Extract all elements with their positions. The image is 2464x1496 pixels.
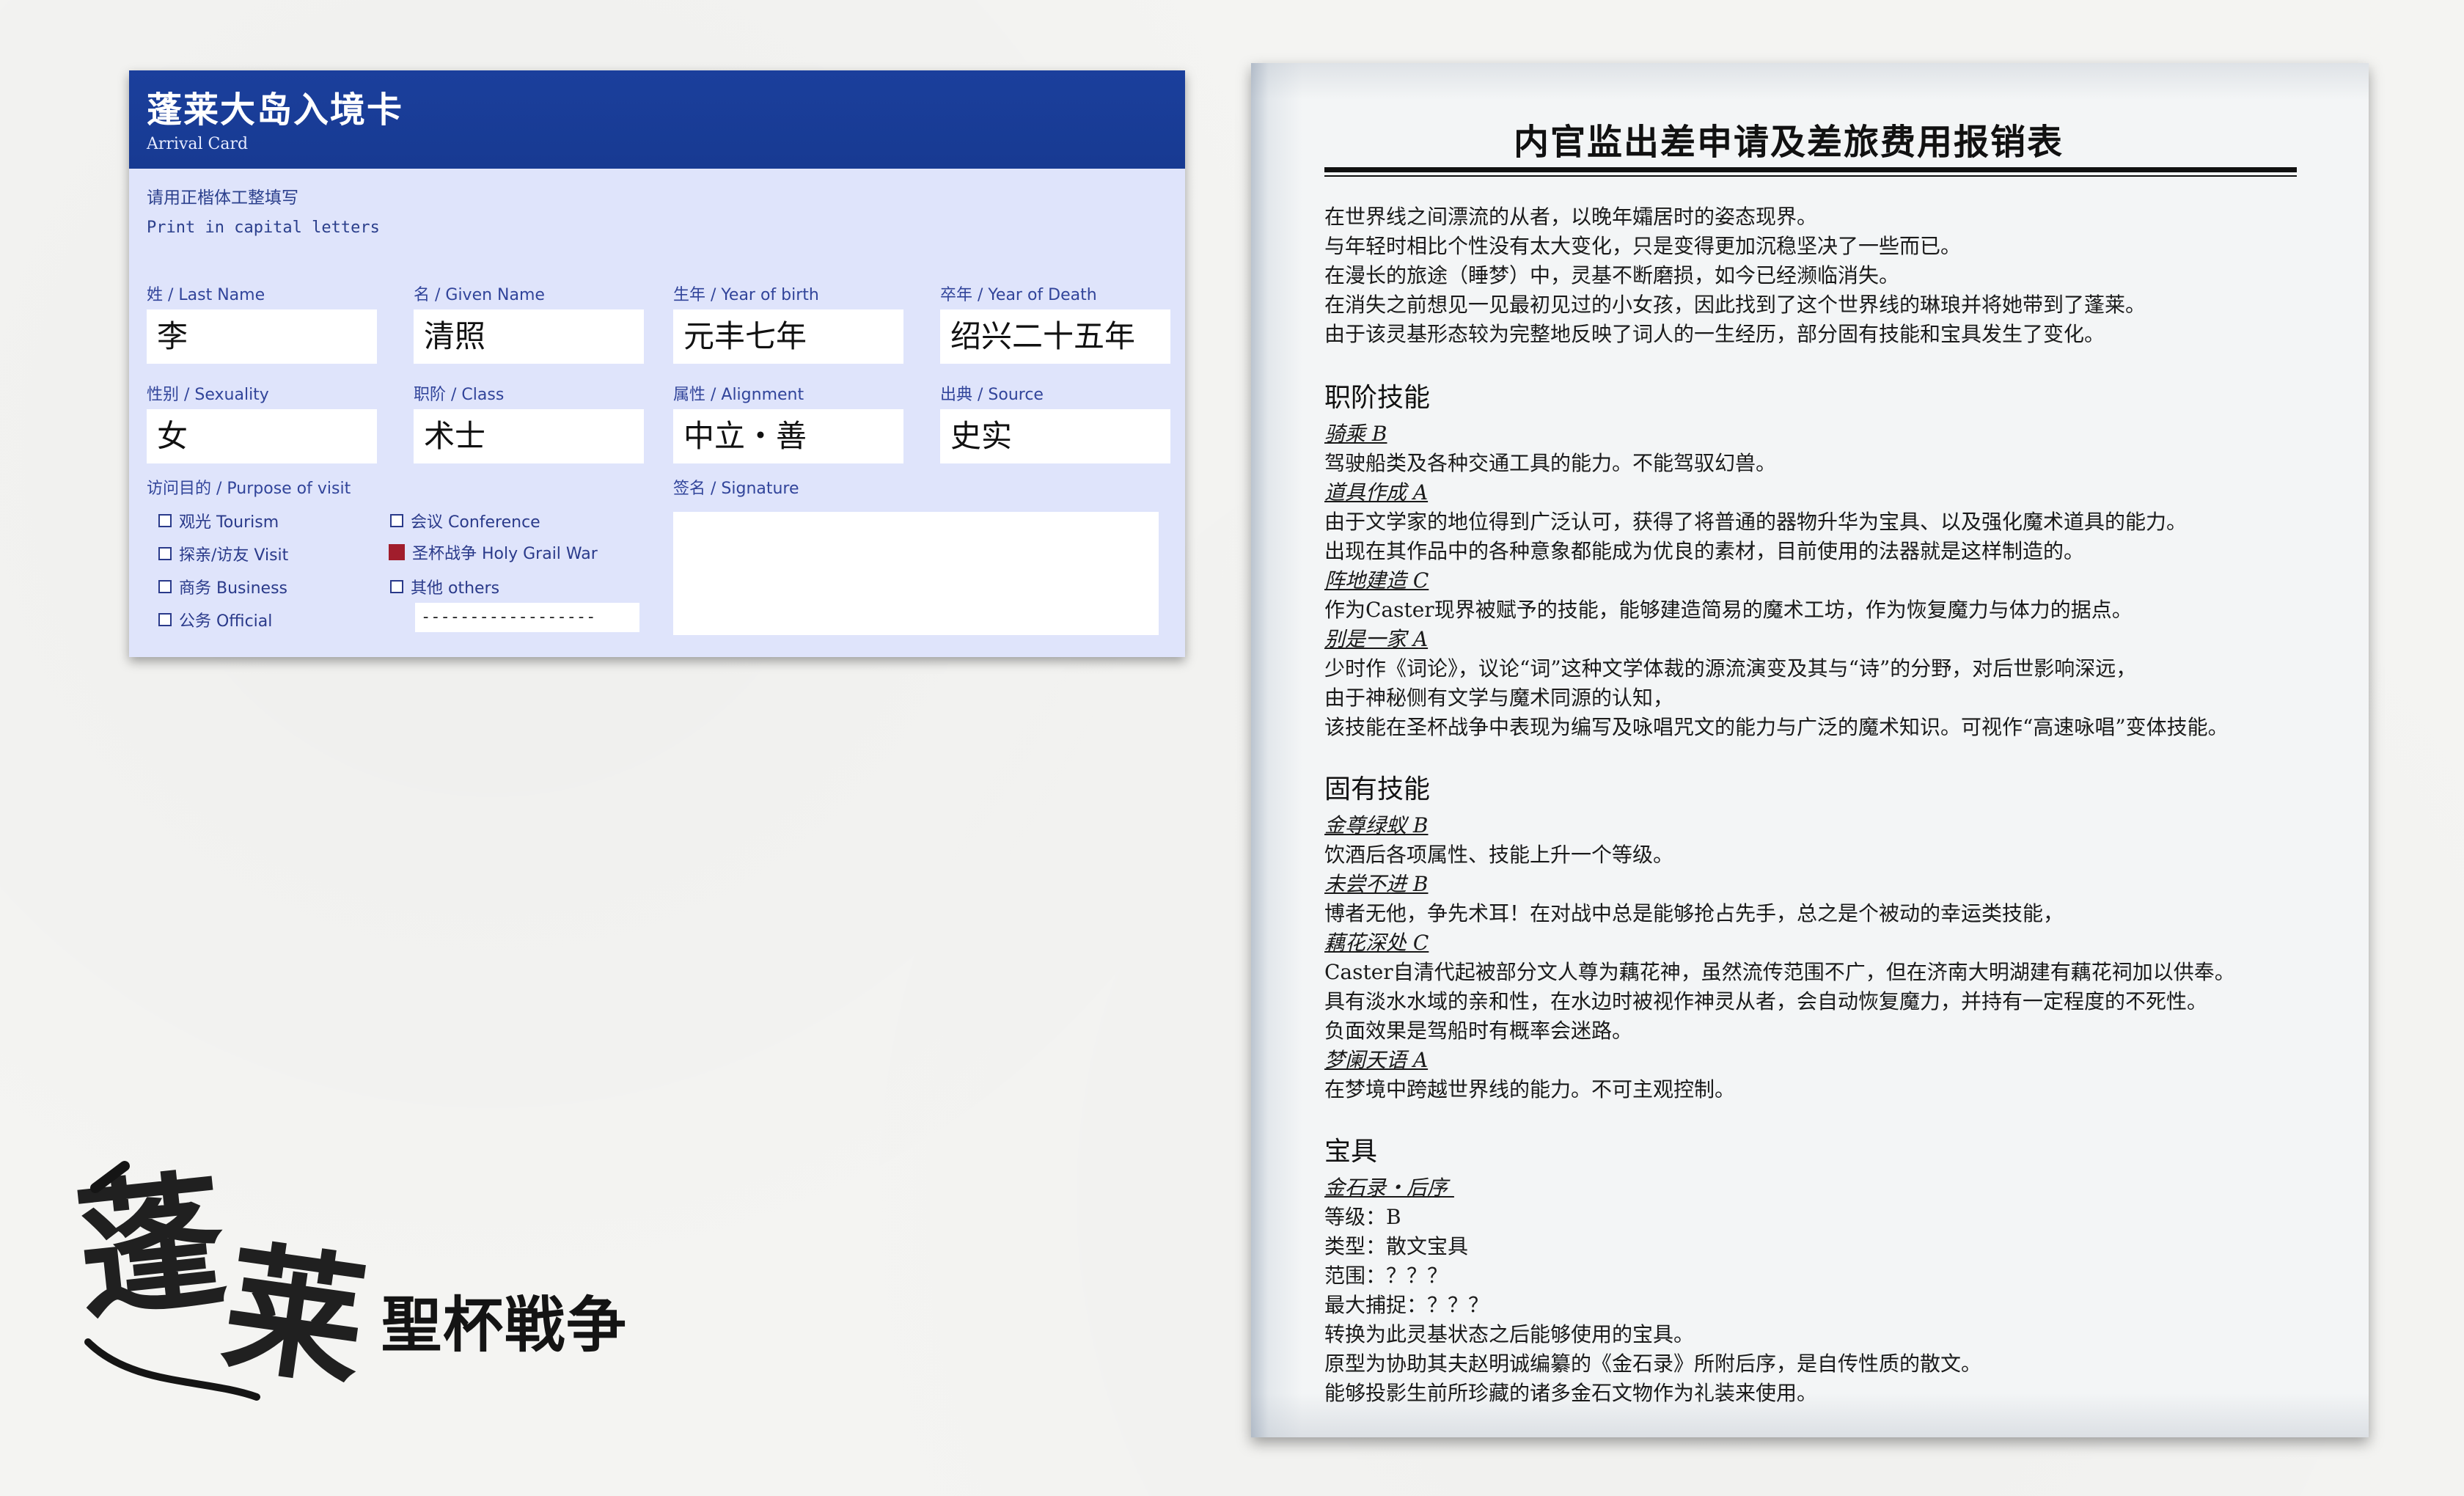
signature-label: 签名 / Signature [673, 480, 799, 498]
logo: 蓬 莱 聖杯戦争 [73, 1122, 626, 1415]
skill-desc: 饮酒后各项属性、技能上升一个等级。 [1324, 843, 1674, 867]
others-input[interactable]: ------------------ [415, 603, 639, 632]
sexuality-label: 性别 / Sexuality [147, 386, 269, 404]
np-line: 最大捕捉：？？？ [1324, 1293, 1489, 1317]
checkbox-icon[interactable] [158, 547, 172, 560]
signature-field[interactable] [673, 512, 1159, 635]
np-line: 能够投影生前所珍藏的诸多金石文物作为礼装来使用。 [1324, 1381, 1818, 1405]
checkbox-checked-icon[interactable] [389, 544, 405, 560]
purpose-official-label: 公务 Official [179, 612, 273, 631]
checkbox-icon[interactable] [158, 514, 172, 527]
purpose-business-label: 商务 Business [179, 579, 288, 598]
skill-name: 金尊绿蚁 B [1324, 813, 1429, 837]
sexuality-field[interactable]: 女 [147, 409, 377, 463]
card-subtitle: Arrival Card [147, 135, 249, 153]
purpose-tourism[interactable]: 观光 Tourism [158, 509, 279, 532]
skill-desc: 由于神秘侧有文学与魔术同源的认知， [1324, 686, 1674, 710]
purpose-label: 访问目的 / Purpose of visit [147, 480, 351, 498]
purpose-holy-grail-war[interactable]: 圣杯战争 Holy Grail War [389, 540, 598, 564]
skill-desc: 博者无他，争先术耳！在对战中总是能够抢占先手，总之是个被动的幸运类技能， [1324, 901, 2064, 925]
skill-desc: 驾驶船类及各种交通工具的能力。不能驾驭幻兽。 [1324, 451, 1777, 475]
noble-phantasm-name: 金石录・后序 [1324, 1176, 1454, 1200]
instruction-en: Print in capital letters [147, 219, 380, 237]
skill-name: 未尝不进 B [1324, 872, 1429, 896]
skill-name: 梦阑天语 A [1324, 1048, 1429, 1072]
birth-year-field[interactable]: 元丰七年 [673, 309, 903, 364]
alignment-label: 属性 / Alignment [673, 386, 804, 404]
last-name-label: 姓 / Last Name [147, 286, 265, 304]
birth-year-label: 生年 / Year of birth [673, 286, 819, 304]
purpose-official[interactable]: 公务 Official [158, 608, 272, 631]
intro-line: 在消失之前想见一见最初见过的小女孩，因此找到了这个世界线的琳琅并将她带到了蓬莱。 [1324, 293, 2146, 317]
skill-desc: 在梦境中跨越世界线的能力。不可主观控制。 [1324, 1077, 1736, 1101]
report-title: 内官监出差申请及差旅费用报销表 [1514, 122, 2064, 163]
arrival-card: 蓬莱大岛入境卡 Arrival Card 请用正楷体工整填写 Print in … [129, 70, 1185, 657]
checkbox-icon[interactable] [390, 514, 403, 527]
skill-desc: 该技能在圣杯战争中表现为编写及咏唱咒文的能力与广泛的魔术知识。可视作“高速咏唱”… [1324, 715, 2229, 739]
card-title: 蓬莱大岛入境卡 [147, 89, 404, 131]
intro-line: 由于该灵基形态较为完整地反映了词人的一生经历，部分固有技能和宝具发生了变化。 [1324, 322, 2105, 346]
checkbox-icon[interactable] [158, 613, 172, 626]
title-rule-thin [1324, 175, 2297, 177]
intro-line: 与年轻时相比个性没有太大变化，只是变得更加沉稳坚决了一些而已。 [1324, 234, 1962, 258]
skill-name: 别是一家 A [1324, 627, 1429, 651]
title-rule-thick [1324, 167, 2297, 172]
alignment-field[interactable]: 中立・善 [673, 409, 903, 463]
skill-desc: 由于文学家的地位得到广泛认可，获得了将普通的器物升华为宝具、以及强化魔术道具的能… [1324, 510, 2188, 534]
purpose-others-label: 其他 others [411, 579, 500, 598]
intro-line: 在世界线之间漂流的从者，以晚年孀居时的姿态现界。 [1324, 205, 1818, 229]
checkbox-icon[interactable] [158, 580, 172, 593]
purpose-business[interactable]: 商务 Business [158, 575, 287, 598]
np-line: 转换为此灵基状态之后能够使用的宝具。 [1324, 1322, 1695, 1346]
np-line: 范围：？？？ [1324, 1264, 1448, 1288]
skill-desc: 出现在其作品中的各种意象都能成为优良的素材，目前使用的法器就是这样制造的。 [1324, 539, 2085, 563]
death-year-field[interactable]: 绍兴二十五年 [940, 309, 1170, 364]
skill-desc: Caster自清代起被部分文人尊为藕花神，虽然流传范围不广，但在济南大明湖建有藕… [1324, 960, 2235, 984]
given-name-field[interactable]: 清照 [414, 309, 644, 364]
np-line: 原型为协助其夫赵明诚编纂的《金石录》所附后序，是自传性质的散文。 [1324, 1352, 1982, 1376]
card-header: 蓬莱大岛入境卡 Arrival Card [129, 70, 1185, 169]
given-name-label: 名 / Given Name [414, 286, 545, 304]
skill-desc: 负面效果是驾船时有概率会迷路。 [1324, 1019, 1633, 1043]
purpose-holy-grail-war-label: 圣杯战争 Holy Grail War [412, 545, 598, 563]
noble-phantasm-heading: 宝具 [1324, 1137, 1378, 1167]
skill-name: 藕花深处 C [1324, 931, 1429, 955]
skill-desc: 具有淡水水域的亲和性，在水边时被视作神灵从者，会自动恢复魔力，并持有一定程度的不… [1324, 989, 2208, 1013]
skill-desc: 作为Caster现界被赋予的技能，能够建造简易的魔术工坊，作为恢复魔力与体力的据… [1324, 598, 2133, 622]
purpose-conference-label: 会议 Conference [411, 513, 540, 532]
source-field[interactable]: 史实 [940, 409, 1170, 463]
death-year-label: 卒年 / Year of Death [940, 286, 1097, 304]
svg-text:莱: 莱 [214, 1225, 375, 1406]
source-label: 出典 / Source [940, 386, 1044, 404]
skill-name: 骑乘 B [1324, 422, 1387, 446]
report-document: 内官监出差申请及差旅费用报销表 在世界线之间漂流的从者，以晚年孀居时的姿态现界。… [1251, 63, 2369, 1437]
skill-desc: 少时作《词论》，议论“词”这种文学体裁的源流演变及其与“诗”的分野，对后世影响深… [1324, 656, 2137, 681]
np-line: 等级：B [1324, 1205, 1401, 1229]
personal-skills-heading: 固有技能 [1324, 774, 1431, 804]
skill-name: 道具作成 A [1324, 480, 1429, 505]
calligraphy-logo-icon: 蓬 莱 [73, 1154, 375, 1407]
logo-text: 聖杯戦争 [381, 1290, 628, 1360]
checkbox-icon[interactable] [390, 580, 403, 593]
class-label: 职阶 / Class [414, 386, 505, 404]
intro-line: 在漫长的旅途（睡梦）中，灵基不断磨损，如今已经濒临消失。 [1324, 263, 1900, 287]
purpose-others[interactable]: 其他 others [390, 575, 499, 598]
purpose-visit[interactable]: 探亲/访友 Visit [158, 542, 288, 565]
purpose-visit-label: 探亲/访友 Visit [179, 546, 289, 565]
purpose-conference[interactable]: 会议 Conference [390, 509, 540, 532]
last-name-field[interactable]: 李 [147, 309, 377, 364]
report-body: 在世界线之间漂流的从者，以晚年孀居时的姿态现界。 与年轻时相比个性没有太大变化，… [1324, 202, 2351, 1408]
np-line: 类型：散文宝具 [1324, 1234, 1469, 1258]
class-field[interactable]: 术士 [414, 409, 644, 463]
instruction-cn: 请用正楷体工整填写 [147, 188, 298, 208]
class-skills-heading: 职阶技能 [1324, 383, 1431, 413]
skill-name: 阵地建造 C [1324, 568, 1429, 593]
purpose-tourism-label: 观光 Tourism [179, 513, 279, 532]
